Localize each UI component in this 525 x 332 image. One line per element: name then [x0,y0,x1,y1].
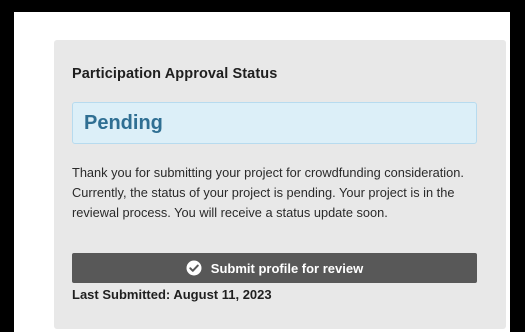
submit-profile-button[interactable]: Submit profile for review [72,253,477,283]
status-text: Pending [84,112,163,134]
card-title: Participation Approval Status [72,66,278,82]
submit-button-label: Submit profile for review [210,260,364,276]
last-submitted-date: Last Submitted: August 11, 2023 [72,287,272,302]
approval-status-card: Participation Approval Status Pending Th… [54,40,506,329]
status-box: Pending [72,102,477,144]
page-frame: Participation Approval Status Pending Th… [14,12,510,332]
check-circle-icon [186,260,202,276]
status-description: Thank you for submitting your project fo… [72,165,464,220]
